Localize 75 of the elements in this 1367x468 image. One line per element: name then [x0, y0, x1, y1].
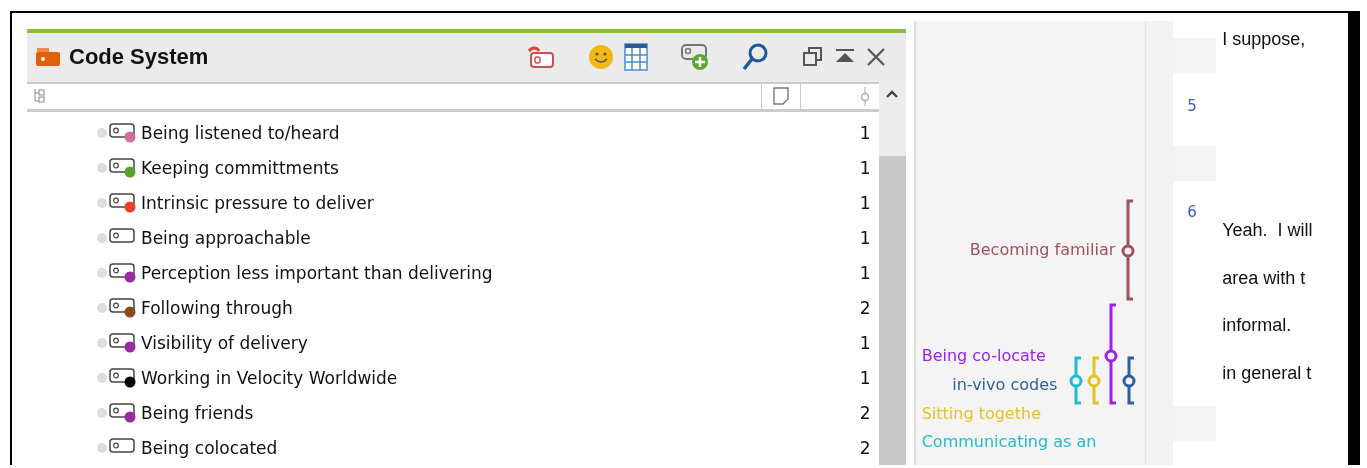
- status-dot-icon: [97, 197, 107, 208]
- code-icon: [109, 331, 137, 354]
- code-system-icon: [33, 46, 61, 69]
- stripe-label: Becoming familiar: [969, 240, 1116, 259]
- coded-segment-count: 1: [859, 157, 871, 178]
- scrollbar[interactable]: [878, 81, 906, 465]
- code-row[interactable]: Following through 2: [27, 290, 879, 325]
- document-text-line: Yeah. I will: [1222, 220, 1313, 241]
- memo-icon[interactable]: [772, 87, 789, 106]
- add-code-icon[interactable]: [679, 42, 710, 73]
- restore-icon[interactable]: [801, 46, 824, 69]
- stripe-label: Being co-locate: [921, 346, 1046, 365]
- status-dot-icon: [97, 407, 107, 418]
- code-name: Intrinsic pressure to deliver: [141, 192, 374, 213]
- coded-segment-count: 1: [859, 367, 871, 388]
- code-name: Working in Velocity Worldwide: [141, 367, 398, 388]
- coded-segment-count: 2: [859, 402, 871, 423]
- document-text-line: area with t: [1222, 268, 1306, 289]
- document-text-line: in general t: [1222, 363, 1312, 384]
- code-row[interactable]: Being listened to/heard 1: [27, 115, 879, 150]
- code-name: Being approachable: [141, 227, 311, 248]
- scroll-up-icon[interactable]: [885, 89, 900, 99]
- status-dot-icon: [97, 337, 107, 348]
- smiley-icon[interactable]: [587, 44, 614, 71]
- stripe-label: in-vivo codes: [952, 375, 1058, 394]
- status-dot-icon: [97, 232, 107, 243]
- coded-segment-count: 1: [859, 262, 871, 283]
- code-icon: [109, 366, 137, 389]
- code-row[interactable]: Working in Velocity Worldwide 1: [27, 360, 879, 395]
- status-dot-icon: [97, 162, 107, 173]
- code-icon: [109, 401, 137, 424]
- paragraph-number: 5: [1187, 97, 1197, 115]
- code-icon: [109, 261, 137, 284]
- stripe-label: Communicating as an: [921, 432, 1097, 451]
- code-name: Visibility of delivery: [141, 332, 308, 353]
- coding-stripe[interactable]: [1104, 303, 1118, 405]
- code-name: Being listened to/heard: [141, 122, 340, 143]
- status-dot-icon: [97, 302, 107, 313]
- status-dot-icon: [97, 442, 107, 453]
- code-row[interactable]: Perception less important than delivering 1: [27, 255, 879, 290]
- code-row[interactable]: Keeping committments 1: [27, 150, 879, 185]
- coded-segment-count: 1: [859, 192, 871, 213]
- code-name: Being colocated: [141, 437, 278, 458]
- code-name: Following through: [141, 297, 293, 318]
- code-icon: [109, 296, 137, 319]
- status-dot-icon: [97, 267, 107, 278]
- coded-segment-count: 2: [859, 437, 871, 458]
- coded-segment-count: 2: [859, 297, 871, 318]
- code-name: Perception less important than delivering: [141, 262, 493, 283]
- stripe-label: Sitting togethe: [921, 404, 1041, 423]
- coding-stripe[interactable]: [1121, 199, 1135, 301]
- code-row[interactable]: Intrinsic pressure to deliver 1: [27, 185, 879, 220]
- scrollbar-thumb[interactable]: [878, 156, 906, 465]
- table-icon[interactable]: [623, 43, 648, 72]
- close-icon[interactable]: [865, 47, 886, 68]
- coded-segment-count: 1: [859, 227, 871, 248]
- code-name: Being friends: [141, 402, 254, 423]
- status-dot-icon: [97, 372, 107, 383]
- code-name: Keeping committments: [141, 157, 339, 178]
- code-row[interactable]: Being approachable 1: [27, 220, 879, 255]
- panel-title: Code System: [69, 44, 209, 71]
- code-row[interactable]: Visibility of delivery 1: [27, 325, 879, 360]
- code-icon: [109, 121, 137, 144]
- coded-segment-count: 1: [859, 122, 871, 143]
- document-text-line: informal.: [1222, 315, 1292, 336]
- coded-segment-count: 1: [859, 332, 871, 353]
- code-row[interactable]: Being friends 2: [27, 395, 879, 430]
- code-row[interactable]: Being colocated 2: [27, 430, 879, 465]
- search-icon[interactable]: [741, 42, 770, 73]
- document-text-line: I suppose,: [1222, 29, 1306, 50]
- paragraph-number: 6: [1187, 203, 1197, 221]
- status-dot-icon: [97, 127, 107, 138]
- code-icon: [109, 156, 137, 179]
- code-icon: [109, 191, 137, 214]
- coding-stripe[interactable]: [1122, 356, 1136, 405]
